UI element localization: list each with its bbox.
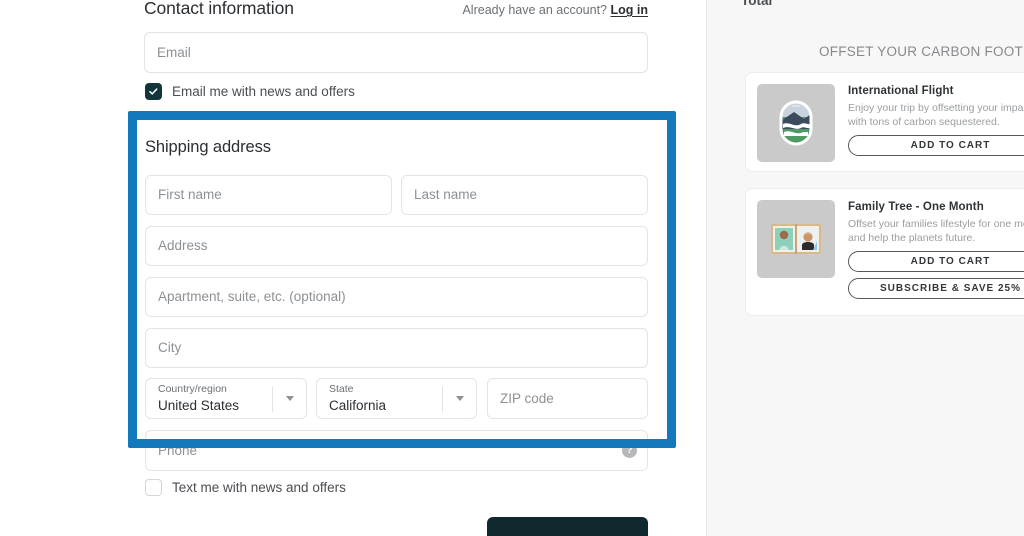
offset-carbon-footprint-heading: OFFSET YOUR CARBON FOOTPRINT — [819, 44, 1024, 59]
order-total-row: Total USD — [741, 0, 1024, 9]
offer-description: Enjoy your trip by offsetting your impac… — [848, 102, 1024, 128]
add-to-cart-button[interactable]: ADD TO CART — [848, 251, 1024, 272]
open-photo-album-icon — [757, 200, 835, 278]
login-prompt: Already have an account? Log in — [462, 2, 648, 18]
checkbox-checked-icon[interactable] — [145, 83, 162, 100]
airplane-window-landscape-icon — [757, 84, 835, 162]
login-prompt-text: Already have an account? — [462, 3, 608, 17]
continue-submit-button[interactable] — [487, 517, 648, 536]
checkout-form-column: Contact information Already have an acco… — [0, 0, 706, 536]
email-input[interactable]: Email — [144, 32, 648, 73]
checkout-screenshot: Contact information Already have an acco… — [0, 0, 1024, 536]
log-in-link[interactable]: Log in — [611, 3, 649, 17]
shipping-address-group — [128, 111, 676, 448]
add-to-cart-button[interactable]: ADD TO CART — [848, 135, 1024, 156]
offer-title: International Flight — [848, 85, 954, 97]
order-total-label: Total — [741, 0, 773, 8]
offer-card-family-tree[interactable]: Family Tree - One Month Offset your fami… — [745, 188, 1024, 316]
shipping-address-highlight-box — [128, 111, 676, 448]
offer-card-body: Family Tree - One Month Offset your fami… — [848, 200, 1024, 304]
email-placeholder: Email — [157, 44, 191, 60]
email-optin-label: Email me with news and offers — [172, 83, 355, 99]
email-optin-row[interactable]: Email me with news and offers — [145, 83, 355, 100]
offer-card-international-flight[interactable]: International Flight Enjoy your trip by … — [745, 72, 1024, 172]
offer-card-body: International Flight Enjoy your trip by … — [848, 84, 1024, 160]
order-summary-sidebar: Total USD OFFSET YOUR CARBON FOOTPRINT — [706, 0, 1024, 536]
subscribe-and-save-button[interactable]: SUBSCRIBE & SAVE 25% — [848, 278, 1024, 299]
offer-title: Family Tree - One Month — [848, 201, 984, 213]
contact-information-header: Contact information Already have an acco… — [144, 0, 648, 18]
sms-optin-row[interactable]: Text me with news and offers — [145, 479, 346, 496]
offer-description: Offset your families lifestyle for one m… — [848, 218, 1024, 244]
checkbox-unchecked-icon[interactable] — [145, 479, 162, 496]
contact-information-title: Contact information — [144, 0, 294, 18]
sms-optin-label: Text me with news and offers — [172, 479, 346, 495]
